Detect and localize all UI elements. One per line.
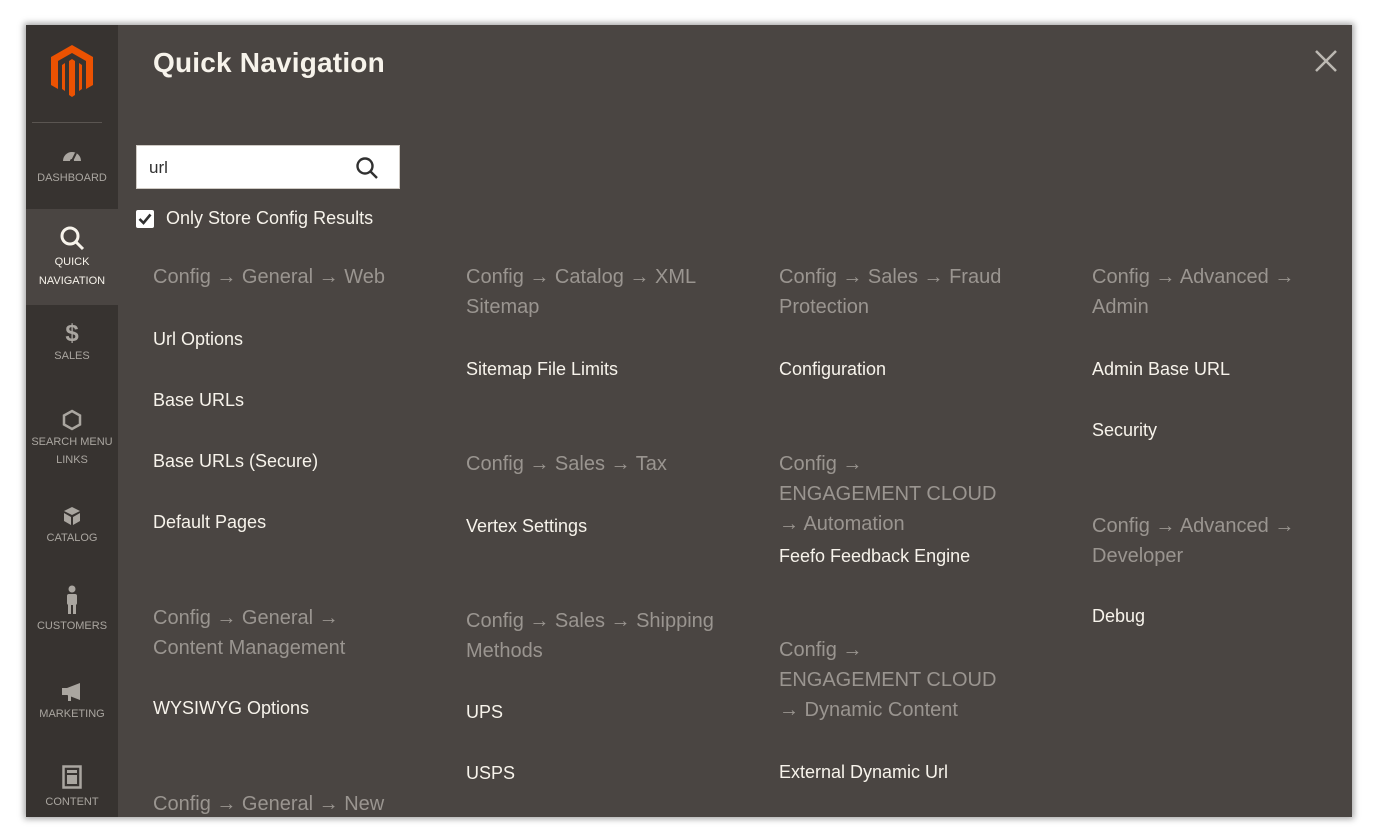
sidebar-item-label: QUICK NAVIGATION	[38, 256, 106, 287]
sidebar-item-label: MARKETING	[39, 708, 105, 720]
search-field[interactable]	[136, 145, 400, 189]
dollar-icon: $	[65, 320, 79, 347]
result-link[interactable]: Feefo Feedback Engine	[779, 542, 1049, 570]
result-link[interactable]: Admin Base URL	[1092, 355, 1352, 383]
group-title: Config → ENGAGEMENT CLOUD → Dynamic Cont…	[779, 639, 997, 721]
result-link[interactable]: Configuration	[779, 355, 1049, 383]
hexagon-icon	[26, 409, 118, 431]
group-title: Config → Sales → Fraud Protection	[779, 266, 1002, 318]
group-title: Config → Advanced → Developer	[1092, 515, 1295, 567]
result-link[interactable]: USPS	[466, 759, 736, 787]
result-link[interactable]: Base URLs (Secure)	[153, 447, 423, 475]
magento-logo-icon[interactable]	[49, 43, 95, 99]
only-store-config-checkbox[interactable]	[136, 210, 154, 228]
megaphone-icon	[26, 681, 118, 703]
sidebar-item-label: SALES	[54, 350, 90, 362]
result-link[interactable]: Sitemap File Limits	[466, 355, 736, 383]
sidebar-item-quick-navigation[interactable]: QUICK NAVIGATION	[26, 209, 118, 305]
search-input[interactable]	[147, 154, 351, 182]
sidebar-item-customers[interactable]: CUSTOMERS	[26, 585, 118, 647]
result-link[interactable]: Vertex Settings	[466, 512, 736, 540]
sidebar-item-label: DASHBOARD	[37, 172, 107, 184]
group-title: Config → ENGAGEMENT CLOUD → Automation	[779, 453, 997, 535]
result-link[interactable]: Url Options	[153, 325, 423, 353]
result-link[interactable]: Security	[1092, 416, 1352, 444]
sidebar-item-label: CATALOG	[46, 532, 98, 544]
layout-icon	[26, 765, 118, 791]
sidebar-item-label: SEARCH MENU LINKS	[31, 436, 113, 466]
search-icon	[26, 225, 118, 251]
group-title: Config → General → Web	[153, 266, 385, 288]
result-link[interactable]: Debug	[1092, 602, 1352, 630]
sidebar-item-label: CUSTOMERS	[36, 620, 108, 632]
gauge-icon	[26, 145, 118, 167]
result-link[interactable]: UPS	[466, 698, 736, 726]
admin-sidebar: DASHBOARD QUICK NAVIGATION $ SALES SEARC…	[26, 25, 118, 817]
checkmark-icon	[138, 213, 152, 225]
result-link[interactable]: Default Pages	[153, 508, 423, 536]
result-link[interactable]: Base URLs	[153, 386, 423, 414]
close-button[interactable]	[1312, 47, 1340, 75]
sidebar-item-search-menu-links[interactable]: SEARCH MENU LINKS	[26, 409, 118, 481]
only-store-config-label: Only Store Config Results	[166, 208, 374, 228]
sidebar-item-label: CONTENT	[45, 796, 99, 808]
quick-navigation-modal: DASHBOARD QUICK NAVIGATION $ SALES SEARC…	[26, 25, 1352, 817]
sidebar-divider	[32, 122, 102, 123]
close-icon	[1315, 50, 1337, 72]
sidebar-item-catalog[interactable]: CATALOG	[26, 505, 118, 565]
page-title: Quick Navigation	[153, 47, 385, 78]
sidebar-item-content[interactable]: CONTENT	[26, 765, 118, 817]
search-icon[interactable]	[355, 156, 379, 180]
result-link[interactable]: External Dynamic Url	[779, 758, 1049, 786]
group-title: Config → Sales → Shipping Methods	[466, 610, 714, 662]
cube-icon	[26, 505, 118, 527]
result-link[interactable]: WYSIWYG Options	[153, 694, 423, 722]
person-icon	[26, 585, 118, 615]
group-title: Config → Sales → Tax	[466, 453, 667, 475]
group-title: Config → Advanced → Admin	[1092, 266, 1295, 318]
group-title: Config → Catalog → XML Sitemap	[466, 266, 696, 318]
sidebar-item-sales[interactable]: $ SALES	[26, 320, 118, 383]
group-title: Config → General → Content Management	[153, 607, 346, 659]
sidebar-item-dashboard[interactable]: DASHBOARD	[26, 145, 118, 207]
sidebar-item-marketing[interactable]: MARKETING	[26, 681, 118, 743]
group-title: Config → General → New	[153, 793, 385, 815]
